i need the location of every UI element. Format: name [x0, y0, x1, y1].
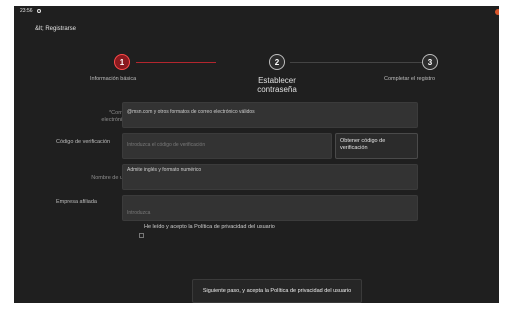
- email-field[interactable]: @msn.com y otros formatos de correo elec…: [122, 102, 418, 128]
- app-screen: 23:56 &lt; Registrarse 1 2 3 Información…: [14, 6, 499, 303]
- page-title[interactable]: &lt; Registrarse: [35, 26, 76, 32]
- status-indicator-icon: [36, 9, 41, 13]
- registration-stepper: 1 2 3 Información básica Establecer cont…: [14, 54, 499, 102]
- username-field[interactable]: Admite inglés y formato numérico: [122, 164, 418, 190]
- company-placeholder: Introduzca: [127, 210, 151, 216]
- next-step-button[interactable]: Siguiente paso, y acepta la Política de …: [192, 279, 362, 303]
- step-3-label: Completar el registro: [384, 76, 436, 82]
- step-connector-1: [136, 62, 216, 63]
- step-connector-2: [290, 62, 426, 63]
- step-2-indicator: 2: [269, 54, 285, 70]
- recording-indicator-icon: [495, 9, 499, 15]
- status-bar: 23:56: [20, 8, 41, 14]
- next-step-label: Siguiente paso, y acepta la Política de …: [202, 288, 352, 294]
- verification-code-label: Código de verificación: [56, 139, 111, 145]
- verification-code-placeholder: Introduzca el código de verificación: [127, 142, 206, 148]
- username-hint: Admite inglés y formato numérico: [127, 167, 202, 173]
- agreement-text: He leído y acepto la Política de privaci…: [144, 224, 275, 230]
- step-1-indicator: 1: [114, 54, 130, 70]
- step-1-label: Información básica: [90, 76, 137, 82]
- agreement-checkbox[interactable]: [139, 233, 144, 238]
- get-code-button[interactable]: Obtener código de verificación: [335, 133, 418, 159]
- step-2-label: Establecer contraseña: [257, 76, 297, 94]
- status-time: 23:56: [20, 8, 33, 14]
- step-3-indicator: 3: [422, 54, 438, 70]
- email-value: @msn.com y otros formatos de correo elec…: [127, 109, 255, 115]
- verification-code-input[interactable]: Introduzca el código de verificación: [122, 133, 332, 159]
- company-input[interactable]: Introduzca: [122, 195, 418, 221]
- company-label: Empresa afiliada: [56, 199, 97, 205]
